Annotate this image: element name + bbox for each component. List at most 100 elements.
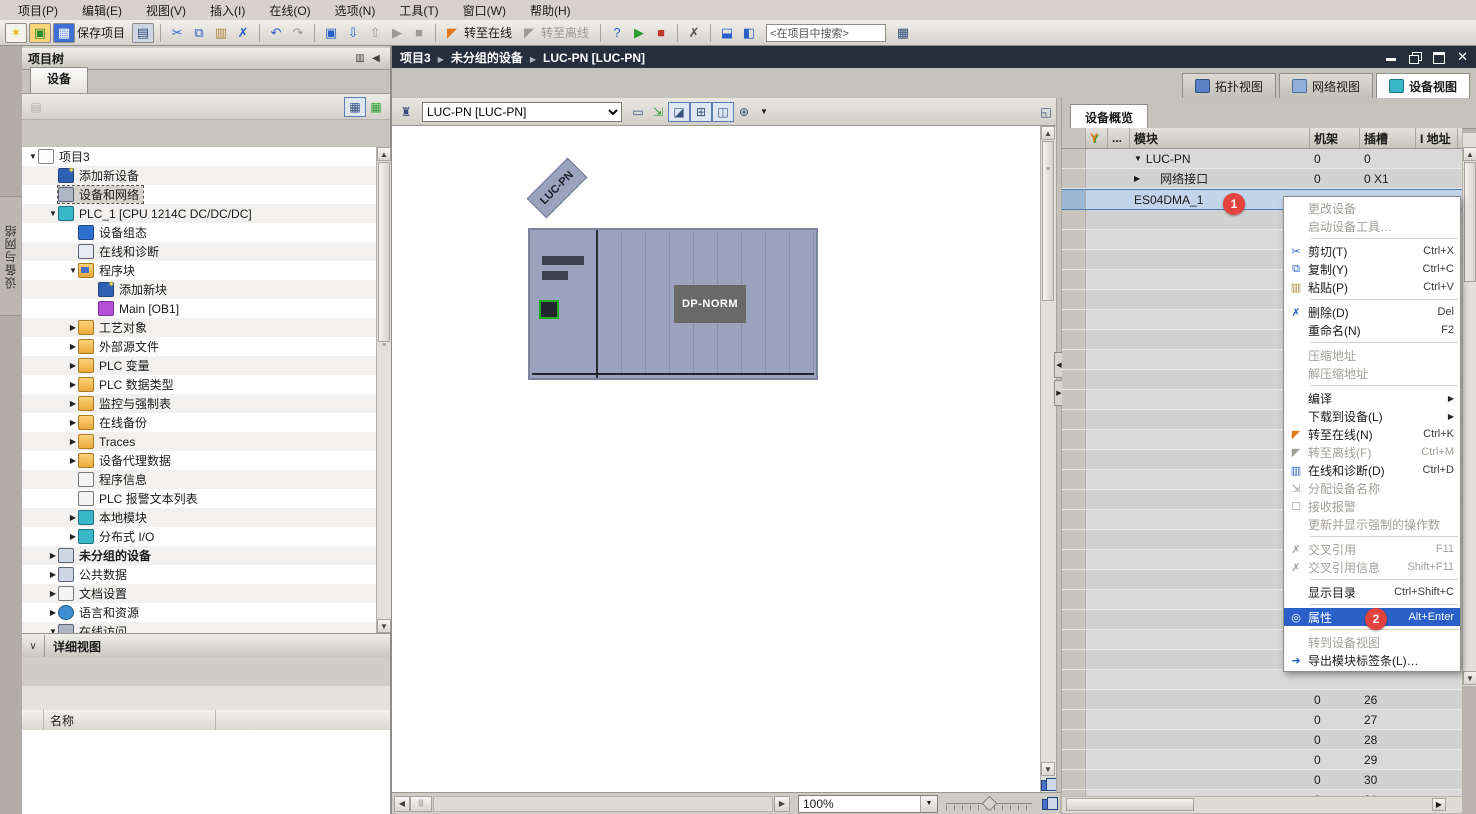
zoom-in-icon[interactable]: ⊕ bbox=[734, 103, 754, 121]
canvas-scroll-right-icon[interactable]: ▶ bbox=[774, 796, 790, 812]
delete-icon[interactable]: ✗ bbox=[233, 24, 253, 42]
tree-scroll-up-icon[interactable]: ▲ bbox=[377, 147, 391, 161]
project-tree-scrollbar[interactable]: ▲ ≡ ▼ bbox=[376, 147, 391, 633]
device-module-graphic[interactable]: DP-NORM bbox=[528, 228, 818, 380]
tree-expand-icon[interactable]: ▼ bbox=[28, 152, 38, 161]
detail-view-collapse-icon[interactable]: ∨ bbox=[22, 635, 45, 657]
overview-column-1[interactable]: 机架 bbox=[1310, 128, 1360, 148]
overview-scroll-down-icon[interactable]: ▼ bbox=[1463, 671, 1476, 685]
open-project-icon[interactable]: ▣ bbox=[29, 23, 51, 43]
row-expand-icon[interactable]: ▼ bbox=[1134, 154, 1142, 163]
canvas-hscroll-grip[interactable]: ||| bbox=[410, 796, 432, 812]
device-overview-tab[interactable]: 设备概览 bbox=[1070, 104, 1148, 128]
canvas-scroll-left-icon[interactable]: ◀ bbox=[394, 796, 410, 812]
auto-collapse-icon[interactable]: ▥ bbox=[352, 52, 368, 66]
overview-hscroll-thumb[interactable] bbox=[1066, 798, 1194, 811]
context-menu-item-5[interactable]: ▥粘贴(P)Ctrl+V bbox=[1284, 278, 1460, 296]
tree-expand-icon[interactable]: ▼ bbox=[48, 209, 58, 218]
tree-expand-icon[interactable]: ▶ bbox=[68, 437, 78, 446]
cross-ref-icon[interactable]: ✗ bbox=[684, 24, 704, 42]
table-row[interactable]: 030 bbox=[1062, 770, 1462, 790]
overview-scroll-up-icon[interactable]: ▲ bbox=[1463, 147, 1476, 161]
tree-item-plc-alarm-text-lists[interactable]: PLC 报警文本列表 bbox=[22, 489, 390, 508]
tree-expand-icon[interactable]: ▶ bbox=[48, 551, 58, 560]
show-labels-icon[interactable]: ◫ bbox=[712, 102, 734, 122]
table-row[interactable]: 026 bbox=[1062, 690, 1462, 710]
cut-icon[interactable]: ✂ bbox=[167, 24, 187, 42]
start-cpu-icon[interactable]: ▶ bbox=[387, 24, 407, 42]
device-select[interactable]: LUC-PN [LUC-PN] bbox=[422, 102, 622, 122]
paste-icon[interactable]: ▥ bbox=[211, 24, 231, 42]
context-menu-item-30[interactable]: ➜导出模块标签条(L)… bbox=[1284, 651, 1460, 669]
breadcrumb-segment-2[interactable]: LUC-PN [LUC-PN] bbox=[543, 51, 645, 65]
tree-expand-icon[interactable]: ▶ bbox=[68, 361, 78, 370]
table-row[interactable]: ▶网络接口00 X1 bbox=[1062, 169, 1462, 189]
stop-cpu-icon[interactable]: ■ bbox=[409, 24, 429, 42]
collapse-panel-icon[interactable]: ◀ bbox=[368, 52, 384, 66]
show-addresses-icon[interactable]: ◪ bbox=[668, 102, 690, 122]
start-sim-icon[interactable]: ▶ bbox=[629, 24, 649, 42]
table-row[interactable]: 027 bbox=[1062, 710, 1462, 730]
tree-view-toggle-icon[interactable]: ▦ bbox=[344, 97, 366, 117]
tree-item-program-blocks[interactable]: ▼程序块 bbox=[22, 261, 390, 280]
canvas-scroll-up-icon[interactable]: ▲ bbox=[1041, 126, 1055, 140]
context-menu-item-25[interactable]: 显示目录Ctrl+Shift+C bbox=[1284, 583, 1460, 601]
menu-item-6[interactable]: 工具(T) bbox=[387, 0, 450, 21]
grid-toggle-icon[interactable]: ⊞ bbox=[690, 102, 712, 122]
tab-device-view[interactable]: 设备视图 bbox=[1376, 73, 1470, 98]
tree-item-documentation-settings[interactable]: ▶文档设置 bbox=[22, 584, 390, 603]
tree-expand-icon[interactable]: ▶ bbox=[48, 570, 58, 579]
tree-item-common-data[interactable]: ▶公共数据 bbox=[22, 565, 390, 584]
breadcrumb-segment-1[interactable]: 未分组的设备 bbox=[451, 51, 523, 65]
go-online-icon[interactable]: ◤ bbox=[442, 24, 462, 42]
tree-item-plc-tags[interactable]: ▶PLC 变量 bbox=[22, 356, 390, 375]
menu-item-2[interactable]: 视图(V) bbox=[134, 0, 198, 21]
minimize-icon[interactable] bbox=[1385, 52, 1397, 62]
network-overview-icon[interactable]: ♜ bbox=[396, 103, 416, 121]
context-menu-item-17[interactable]: ▥在线和诊断(D)Ctrl+D bbox=[1284, 461, 1460, 479]
download-icon[interactable]: ⇩ bbox=[343, 24, 363, 42]
context-menu-item-3[interactable]: ✂剪切(T)Ctrl+X bbox=[1284, 242, 1460, 260]
canvas-hscroll-track[interactable] bbox=[433, 796, 773, 812]
tree-item-traces[interactable]: ▶Traces bbox=[22, 432, 390, 451]
ethernet-port-icon[interactable] bbox=[539, 300, 559, 319]
overview-vertical-scrollbar[interactable]: ▲ ▼ bbox=[1462, 133, 1476, 686]
context-menu-item-13[interactable]: 编译▶ bbox=[1284, 389, 1460, 407]
fit-page-icon[interactable] bbox=[1042, 797, 1058, 811]
zoom-combo[interactable]: 100% ▼ bbox=[798, 795, 938, 813]
save-icon[interactable]: ▦ bbox=[53, 23, 75, 43]
menu-item-3[interactable]: 插入(I) bbox=[198, 0, 257, 21]
tree-scroll-thumb[interactable] bbox=[378, 162, 390, 342]
tree-item-online-access[interactable]: ▼在线访问 bbox=[22, 622, 390, 633]
menu-item-4[interactable]: 在线(O) bbox=[257, 0, 322, 21]
row-expand-icon[interactable]: ▶ bbox=[1134, 174, 1140, 183]
menu-item-5[interactable]: 选项(N) bbox=[323, 0, 388, 21]
tab-network-view[interactable]: 网络视图 bbox=[1279, 73, 1373, 98]
tab-topology-view[interactable]: 拓扑视图 bbox=[1182, 73, 1276, 98]
restore-icon[interactable] bbox=[1409, 52, 1421, 62]
tree-item-device-config[interactable]: 设备组态 bbox=[22, 223, 390, 242]
save-project-label[interactable]: 保存项目 bbox=[77, 24, 125, 41]
tree-item-add-new-block[interactable]: 添加新块 bbox=[22, 280, 390, 299]
project-search-input[interactable] bbox=[766, 24, 886, 42]
overview-scroll-right-icon[interactable]: ▶ bbox=[1432, 798, 1446, 811]
context-menu-item-14[interactable]: 下载到设备(L)▶ bbox=[1284, 407, 1460, 425]
tree-item-device-proxy-data[interactable]: ▶设备代理数据 bbox=[22, 451, 390, 470]
device-head-module[interactable] bbox=[530, 230, 598, 378]
tree-item-watch-force-tables[interactable]: ▶监控与强制表 bbox=[22, 394, 390, 413]
table-row[interactable]: ▼LUC-PN00 bbox=[1062, 149, 1462, 169]
go-offline-icon[interactable]: ◤ bbox=[519, 24, 539, 42]
tree-expand-icon[interactable]: ▶ bbox=[48, 589, 58, 598]
tree-item-languages-resources[interactable]: ▶语言和资源 bbox=[22, 603, 390, 622]
tree-item-main-ob1[interactable]: Main [OB1] bbox=[22, 299, 390, 318]
table-row[interactable] bbox=[1062, 670, 1462, 690]
device-view-canvas[interactable]: LUC-PN DP-NORM bbox=[392, 126, 1040, 792]
table-row[interactable]: 028 bbox=[1062, 730, 1462, 750]
tree-item-external-sources[interactable]: ▶外部源文件 bbox=[22, 337, 390, 356]
tree-item-plc[interactable]: ▼PLC_1 [CPU 1214C DC/DC/DC] bbox=[22, 204, 390, 223]
tree-item-ungrouped-devices[interactable]: ▶未分组的设备 bbox=[22, 546, 390, 565]
diagnostics-icon[interactable]: ? bbox=[607, 24, 627, 42]
devices-networks-vertical-tab[interactable]: 设备与网络 bbox=[0, 196, 21, 316]
split-horizontal-icon[interactable]: ⬓ bbox=[717, 24, 737, 42]
tree-expand-icon[interactable]: ▼ bbox=[68, 266, 78, 275]
